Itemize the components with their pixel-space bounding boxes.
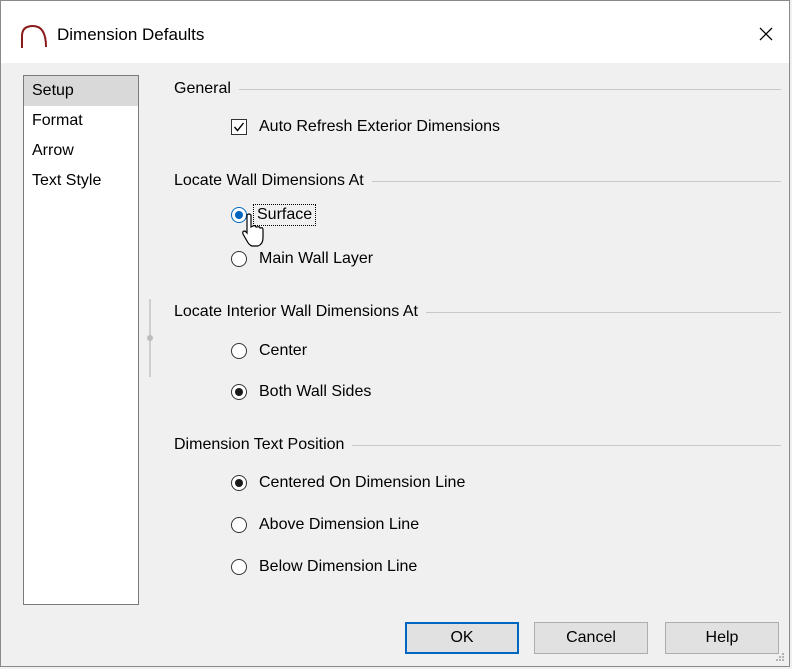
group-divider — [425, 311, 781, 313]
help-button-label: Help — [705, 629, 739, 646]
close-button[interactable] — [743, 13, 789, 55]
radio-button[interactable] — [231, 517, 247, 533]
group-locate-interior-label: Locate Interior Wall Dimensions At — [174, 303, 418, 320]
group-locate-wall-label: Locate Wall Dimensions At — [174, 172, 364, 189]
radio-centered-on-line[interactable]: Centered On Dimension Line — [231, 474, 465, 492]
group-text-position-label: Dimension Text Position — [174, 436, 345, 453]
radio-both-wall-sides-label: Both Wall Sides — [259, 383, 372, 400]
group-locate-interior: Locate Interior Wall Dimensions At — [174, 302, 781, 322]
radio-centered-on-line-label: Centered On Dimension Line — [259, 474, 466, 491]
radio-button[interactable] — [231, 559, 247, 575]
radio-main-wall-layer-label: Main Wall Layer — [259, 250, 374, 267]
group-general: General — [174, 79, 781, 99]
radio-surface[interactable]: Surface — [231, 204, 317, 226]
title-bar: Dimension Defaults — [1, 1, 789, 63]
sidebar-item-setup[interactable]: Setup — [24, 76, 138, 106]
checkbox-box[interactable] — [231, 119, 247, 135]
auto-refresh-checkbox[interactable]: Auto Refresh Exterior Dimensions — [231, 118, 500, 136]
cancel-button-label: Cancel — [566, 629, 616, 646]
sidebar-item-arrow[interactable]: Arrow — [24, 136, 138, 166]
group-divider — [238, 88, 781, 90]
resize-grip-icon[interactable] — [773, 650, 785, 662]
ok-button-label: OK — [450, 629, 474, 646]
cancel-button[interactable]: Cancel — [534, 622, 648, 654]
radio-button[interactable] — [231, 384, 247, 400]
radio-button[interactable] — [231, 475, 247, 491]
radio-surface-label: Surface — [252, 204, 317, 226]
radio-center-label: Center — [259, 342, 308, 359]
radio-main-wall-layer[interactable]: Main Wall Layer — [231, 250, 373, 268]
group-locate-wall: Locate Wall Dimensions At — [174, 171, 781, 191]
check-icon — [233, 122, 245, 132]
radio-below-line[interactable]: Below Dimension Line — [231, 558, 417, 576]
category-list[interactable]: Setup Format Arrow Text Style — [23, 75, 139, 605]
radio-above-line[interactable]: Above Dimension Line — [231, 516, 419, 534]
splitter-grip — [147, 335, 153, 341]
ok-button[interactable]: OK — [405, 622, 519, 654]
radio-center[interactable]: Center — [231, 342, 307, 360]
group-divider — [352, 444, 781, 446]
arch-icon — [21, 24, 47, 48]
sidebar-item-format[interactable]: Format — [24, 106, 138, 136]
group-general-label: General — [174, 80, 231, 97]
help-button[interactable]: Help — [665, 622, 779, 654]
radio-button[interactable] — [231, 343, 247, 359]
group-divider — [371, 180, 781, 182]
close-icon — [759, 27, 773, 41]
radio-button[interactable] — [231, 207, 247, 223]
radio-below-line-label: Below Dimension Line — [259, 558, 418, 575]
radio-button[interactable] — [231, 251, 247, 267]
window-title: Dimension Defaults — [57, 25, 205, 44]
auto-refresh-label: Auto Refresh Exterior Dimensions — [259, 118, 500, 135]
radio-above-line-label: Above Dimension Line — [259, 516, 420, 533]
group-text-position: Dimension Text Position — [174, 435, 781, 455]
sidebar-item-text-style[interactable]: Text Style — [24, 166, 138, 196]
dialog-window: Dimension Defaults Setup Format Arrow Te… — [0, 0, 790, 667]
radio-both-wall-sides[interactable]: Both Wall Sides — [231, 383, 371, 401]
